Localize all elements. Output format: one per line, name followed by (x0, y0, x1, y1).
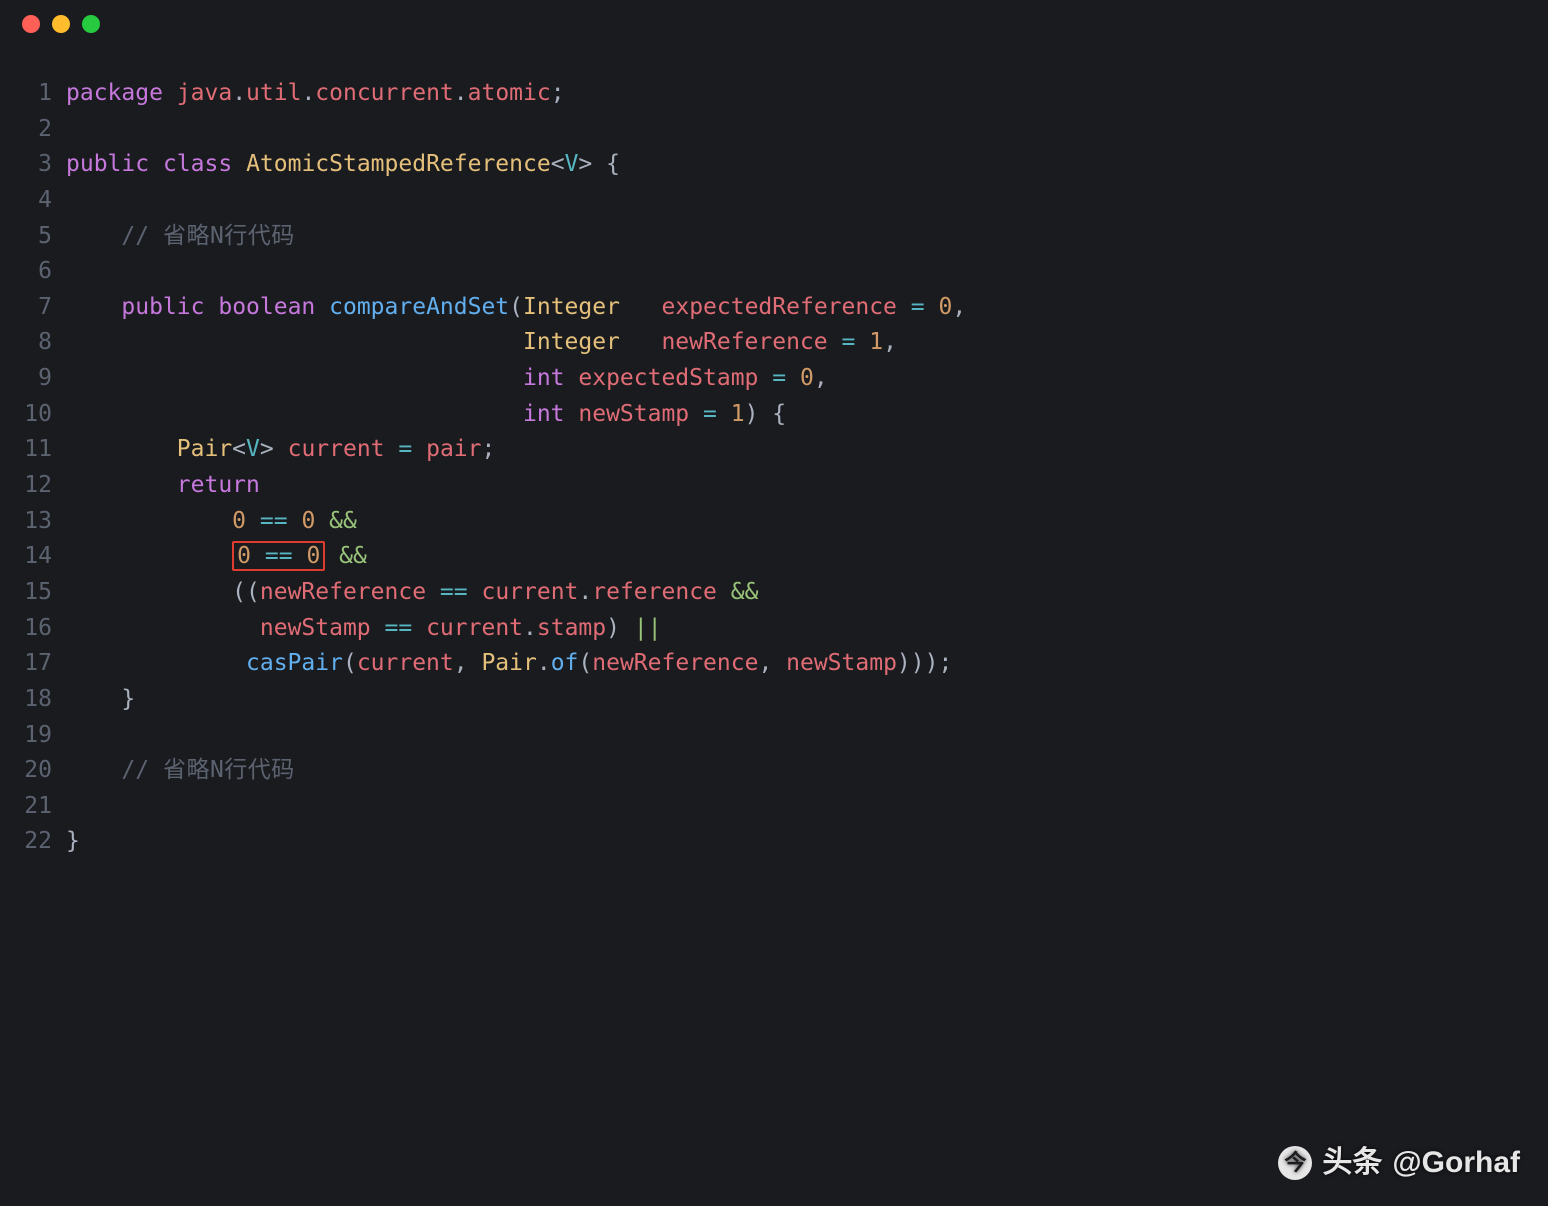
code-line: 13 0 == 0 && (8, 504, 1536, 540)
line-number: 8 (8, 325, 66, 361)
line-number: 7 (8, 290, 66, 326)
line-number: 3 (8, 147, 66, 183)
code-line: 11 Pair<V> current = pair; (8, 432, 1536, 468)
code-line: 8 Integer newReference = 1, (8, 325, 1536, 361)
code-line: 21 (8, 789, 1536, 825)
code-content (66, 254, 1536, 290)
code-line: 12 return (8, 468, 1536, 504)
highlight-box: 0 == 0 (232, 541, 325, 571)
line-number: 21 (8, 789, 66, 825)
code-line: 20 // 省略N行代码 (8, 753, 1536, 789)
watermark-icon: 今 (1278, 1146, 1312, 1180)
line-number: 10 (8, 397, 66, 433)
code-line: 5 // 省略N行代码 (8, 219, 1536, 255)
code-content: 0 == 0 && (66, 539, 1536, 575)
code-content: // 省略N行代码 (66, 219, 1536, 255)
code-line: 18 } (8, 682, 1536, 718)
line-number: 2 (8, 112, 66, 148)
code-line: 1package java.util.concurrent.atomic; (8, 76, 1536, 112)
code-editor[interactable]: 1package java.util.concurrent.atomic;23p… (0, 48, 1548, 860)
line-number: 19 (8, 718, 66, 754)
code-line: 15 ((newReference == current.reference &… (8, 575, 1536, 611)
line-number: 5 (8, 219, 66, 255)
line-number: 20 (8, 753, 66, 789)
code-line: 4 (8, 183, 1536, 219)
code-line: 2 (8, 112, 1536, 148)
line-number: 16 (8, 611, 66, 647)
line-number: 4 (8, 183, 66, 219)
line-number: 15 (8, 575, 66, 611)
zoom-icon[interactable] (82, 15, 100, 33)
code-content: ((newReference == current.reference && (66, 575, 1536, 611)
code-content: Pair<V> current = pair; (66, 432, 1536, 468)
code-line: 14 0 == 0 && (8, 539, 1536, 575)
line-number: 13 (8, 504, 66, 540)
code-content: int newStamp = 1) { (66, 397, 1536, 433)
line-number: 17 (8, 646, 66, 682)
code-content: newStamp == current.stamp) || (66, 611, 1536, 647)
watermark-prefix: 头条 (1322, 1140, 1382, 1187)
line-number: 12 (8, 468, 66, 504)
watermark: 今 头条 @Gorhaf (1278, 1140, 1520, 1187)
code-line: 6 (8, 254, 1536, 290)
code-line: 17 casPair(current, Pair.of(newReference… (8, 646, 1536, 682)
code-content: public boolean compareAndSet(Integer exp… (66, 290, 1536, 326)
line-number: 1 (8, 76, 66, 112)
line-number: 14 (8, 539, 66, 575)
code-line: 3public class AtomicStampedReference<V> … (8, 147, 1536, 183)
line-number: 9 (8, 361, 66, 397)
minimize-icon[interactable] (52, 15, 70, 33)
code-content: } (66, 824, 1536, 860)
code-content (66, 718, 1536, 754)
code-content (66, 789, 1536, 825)
line-number: 6 (8, 254, 66, 290)
editor-window: 1package java.util.concurrent.atomic;23p… (0, 0, 1548, 1206)
code-line: 10 int newStamp = 1) { (8, 397, 1536, 433)
code-content: 0 == 0 && (66, 504, 1536, 540)
code-line: 7 public boolean compareAndSet(Integer e… (8, 290, 1536, 326)
code-line: 16 newStamp == current.stamp) || (8, 611, 1536, 647)
code-line: 9 int expectedStamp = 0, (8, 361, 1536, 397)
line-number: 22 (8, 824, 66, 860)
watermark-handle: @Gorhaf (1392, 1140, 1520, 1187)
code-content: Integer newReference = 1, (66, 325, 1536, 361)
code-line: 22} (8, 824, 1536, 860)
close-icon[interactable] (22, 15, 40, 33)
code-content: casPair(current, Pair.of(newReference, n… (66, 646, 1536, 682)
line-number: 18 (8, 682, 66, 718)
code-content: return (66, 468, 1536, 504)
code-content: package java.util.concurrent.atomic; (66, 76, 1536, 112)
code-content: int expectedStamp = 0, (66, 361, 1536, 397)
code-content: // 省略N行代码 (66, 753, 1536, 789)
code-line: 19 (8, 718, 1536, 754)
code-content: } (66, 682, 1536, 718)
window-titlebar (0, 0, 1548, 48)
line-number: 11 (8, 432, 66, 468)
code-content (66, 183, 1536, 219)
code-content: public class AtomicStampedReference<V> { (66, 147, 1536, 183)
code-content (66, 112, 1536, 148)
